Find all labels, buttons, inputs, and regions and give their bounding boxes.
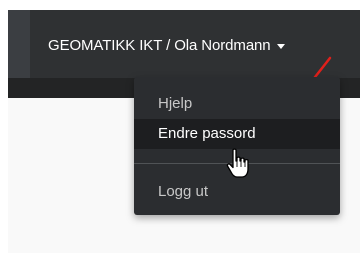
menu-item-change-password[interactable]: Endre passord bbox=[134, 119, 340, 149]
menu-item-help[interactable]: Hjelp bbox=[134, 89, 340, 119]
navbar-left-edge bbox=[8, 10, 30, 78]
user-menu-label: GEOMATIKK IKT / Ola Nordmann bbox=[48, 36, 271, 54]
menu-item-logout[interactable]: Logg ut bbox=[134, 177, 340, 207]
app-frame: GEOMATIKK IKT / Ola Nordmann Hjelp Endre… bbox=[8, 10, 360, 253]
hand-pointer-icon bbox=[226, 148, 249, 178]
chevron-down-icon bbox=[276, 43, 285, 49]
user-dropdown-menu: Hjelp Endre passord Logg ut bbox=[134, 77, 340, 215]
user-menu-toggle[interactable]: GEOMATIKK IKT / Ola Nordmann bbox=[48, 34, 285, 56]
